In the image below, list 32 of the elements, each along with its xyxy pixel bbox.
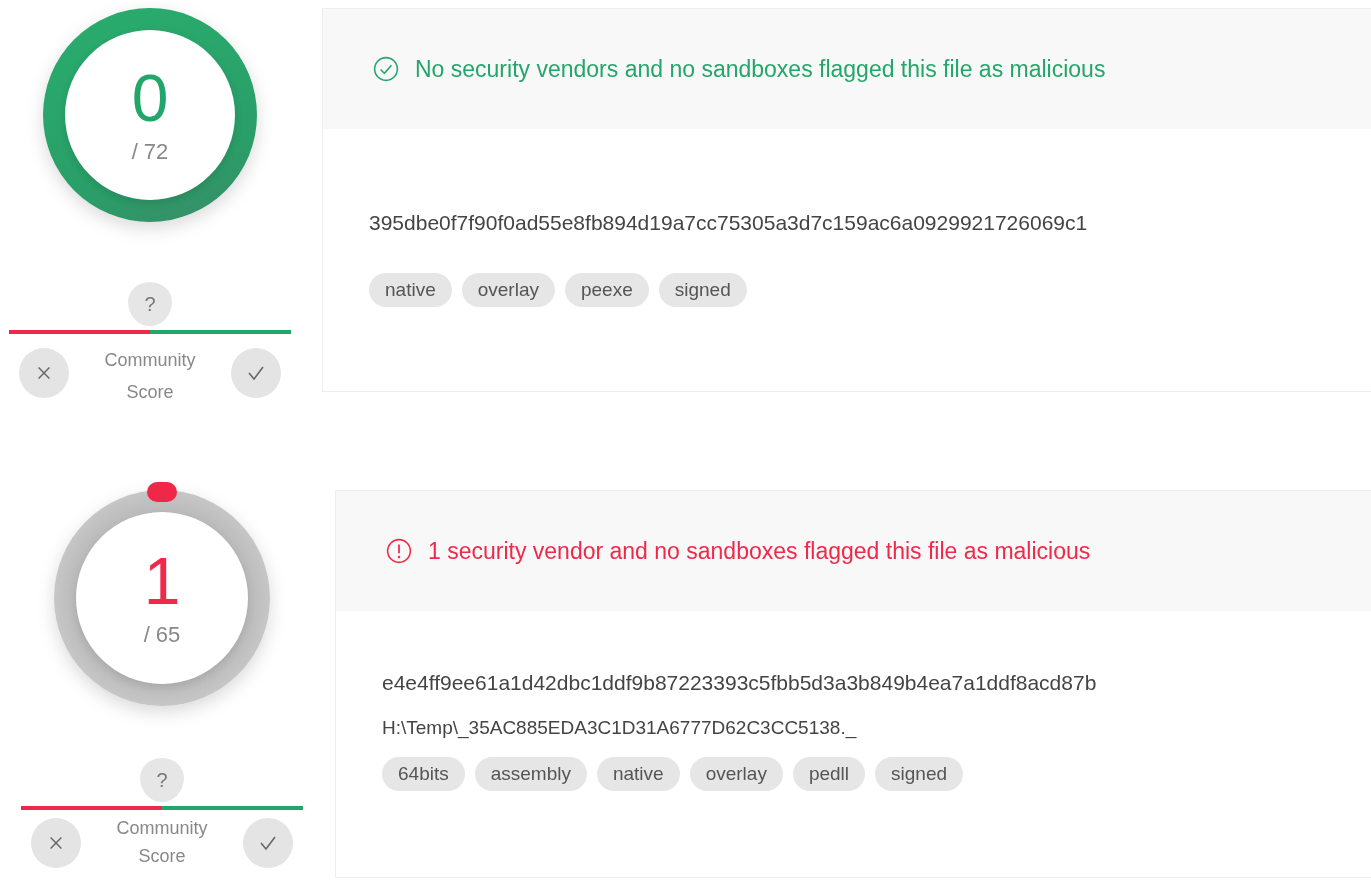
community-score-label: Community Score [103, 349, 197, 404]
alert-circle-icon [386, 538, 412, 564]
verdict-text: No security vendors and no sandboxes flagged this file as malicious [415, 55, 1106, 83]
score-pin: ? [140, 758, 184, 802]
tag[interactable]: 64bits [382, 757, 465, 791]
engine-total: / 65 [143, 622, 181, 648]
tag[interactable]: signed [875, 757, 964, 791]
tag[interactable]: pedll [792, 757, 866, 791]
vote-malicious-button[interactable] [31, 818, 81, 868]
tag[interactable]: native [369, 273, 452, 307]
file-hash: e4e4ff9ee61a1d42dbc1ddf9b87223393c5fbb5d3a3b849b4ea7a1ddf8acd87b [382, 671, 1098, 695]
check-circle-icon [373, 56, 399, 82]
detection-count: 0 [131, 65, 169, 131]
file-path: H:\Temp\_35AC885EDA3C1D31A6777D62C3CC5138._ [382, 717, 858, 739]
tag[interactable]: overlay [689, 757, 783, 791]
file-hash: 395dbe0f7f90f0ad55e8fb894d19a7cc75305a3d7c159ac6a0929921726069c1 [369, 211, 1089, 235]
tag[interactable]: native [596, 757, 680, 791]
verdict-text: 1 security vendor and no sandboxes flagged this file as malicious [428, 537, 1091, 565]
community-score-label: Community Score [115, 817, 209, 868]
detection-marker [147, 482, 177, 502]
score-pin: ? [128, 282, 172, 326]
tag[interactable]: assembly [474, 757, 587, 791]
vote-harmless-button[interactable] [243, 818, 293, 868]
detection-count: 1 [143, 548, 181, 614]
vote-malicious-button[interactable] [19, 348, 69, 398]
tag[interactable]: peexe [564, 273, 649, 307]
vote-harmless-button[interactable] [231, 348, 281, 398]
tag[interactable]: overlay [461, 273, 555, 307]
tag[interactable]: signed [658, 273, 747, 307]
close-icon [47, 834, 65, 852]
engine-total: / 72 [131, 139, 169, 165]
close-icon [35, 364, 53, 382]
